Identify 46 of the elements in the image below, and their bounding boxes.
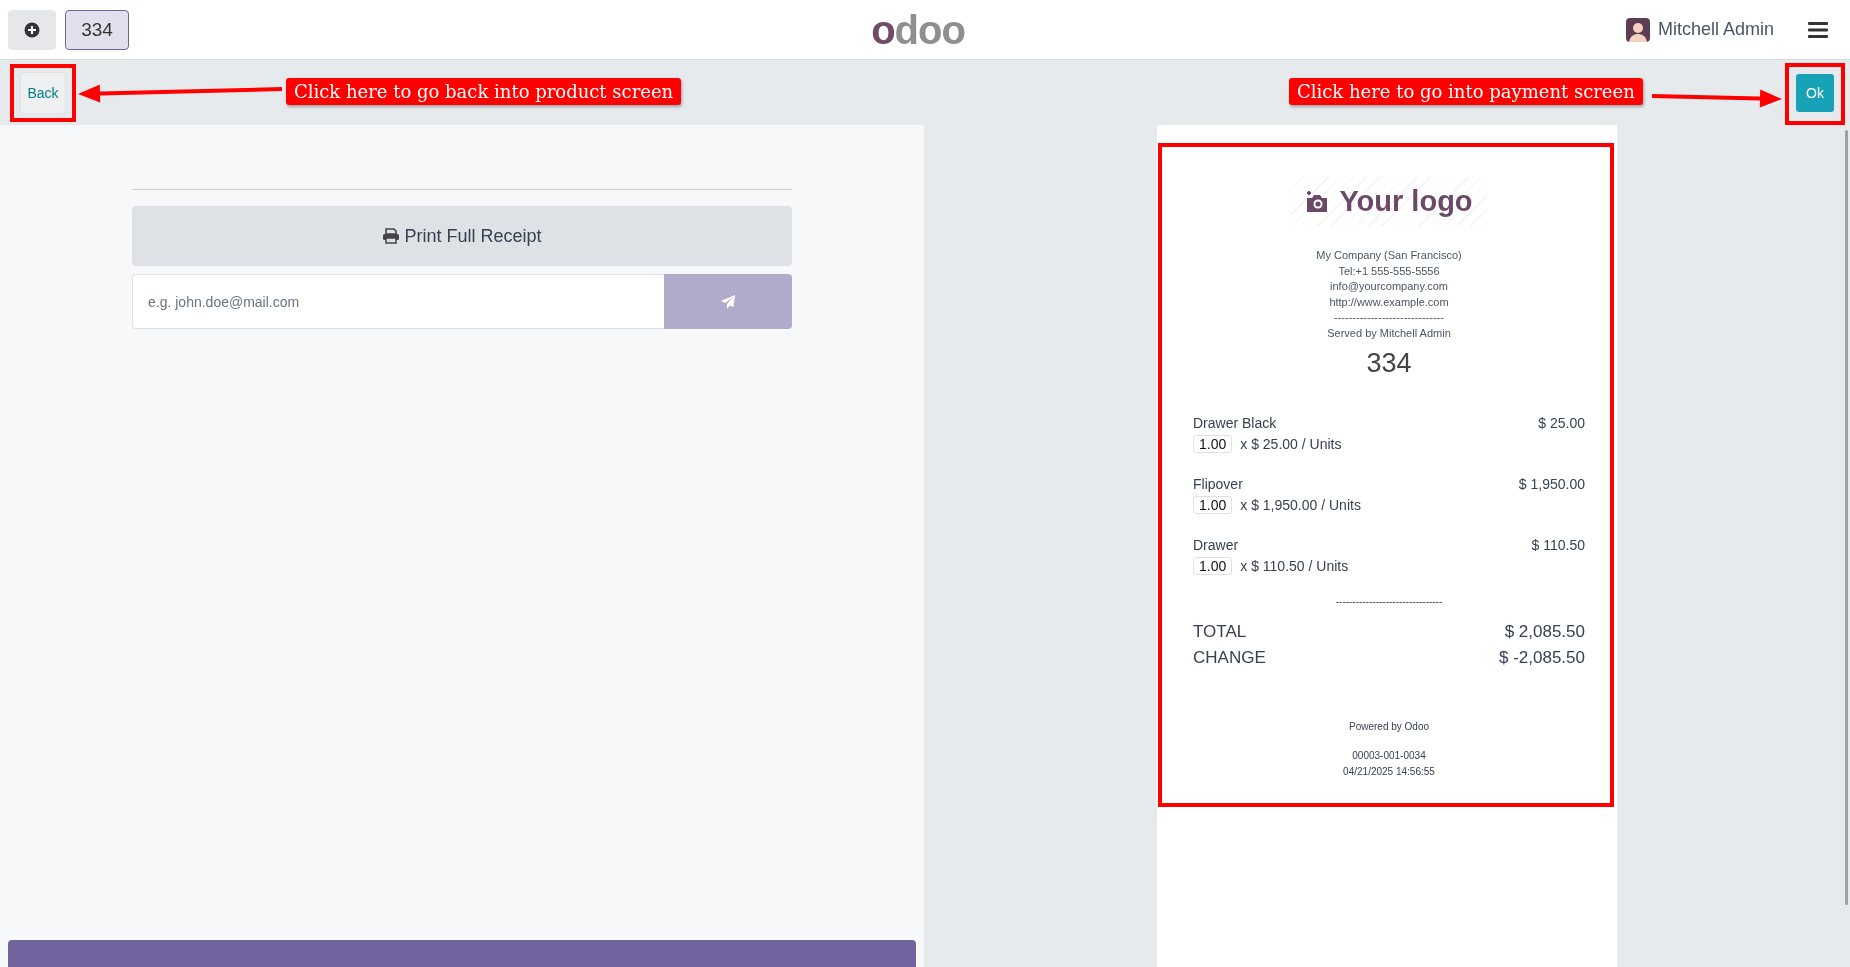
user-name[interactable]: Mitchell Admin	[1657, 19, 1774, 40]
receipt-header-line: Served by Mitchell Admin	[1327, 325, 1451, 341]
logo-text: Your logo	[1339, 185, 1473, 218]
total-label: TOTAL	[1193, 620, 1247, 643]
printer-icon	[382, 228, 401, 244]
paper-plane-icon	[719, 293, 737, 310]
total-amount: $ -2,085.50	[1499, 646, 1585, 669]
callout-label: Click here to go into payment screen	[1289, 78, 1643, 105]
receipt-header-line: info@yourcompany.com	[1330, 279, 1448, 295]
unit-price: x $ 25.00 / Units	[1240, 435, 1342, 452]
total-label: CHANGE	[1193, 646, 1266, 669]
print-receipt-button[interactable]: Print Full Receipt	[132, 206, 792, 266]
receipt-order-number: 334	[1365, 347, 1413, 379]
unit-price: x $ 1,950.00 / Units	[1240, 496, 1361, 513]
product-name: Drawer Black	[1193, 414, 1277, 431]
receipt-header-line: My Company (San Francisco)	[1316, 248, 1462, 263]
line-price: $ 25.00	[1538, 414, 1585, 431]
back-button[interactable]: Back	[20, 71, 66, 114]
line-price: $ 1,950.00	[1518, 475, 1585, 492]
odoo-logo: odoo	[871, 9, 965, 50]
separator-line: --------------------------------	[1334, 595, 1444, 607]
quantity-field: 1.00	[1193, 495, 1233, 514]
receipt-header-line: Tel:+1 555-555-5556	[1338, 263, 1440, 279]
scrollbar[interactable]	[1845, 130, 1848, 905]
receipt-reference: 00003-001-0034	[1351, 748, 1427, 763]
menu-icon[interactable]	[1808, 20, 1828, 39]
quantity-field: 1.00	[1193, 556, 1233, 575]
email-field[interactable]: e.g. john.doe@mail.com	[132, 274, 664, 329]
plus-circle-icon	[24, 21, 40, 38]
highlight-frame	[10, 64, 76, 122]
unit-price: x $ 110.50 / Units	[1240, 557, 1349, 574]
avatar-icon	[1625, 17, 1650, 42]
line-price: $ 110.50	[1531, 536, 1585, 553]
new-order-button[interactable]	[8, 9, 56, 50]
product-name: Flipover	[1193, 475, 1243, 492]
receipt-header-line: http://www.example.com	[1329, 294, 1449, 310]
highlight-frame	[1785, 63, 1845, 125]
quantity-field: 1.00	[1193, 434, 1233, 453]
callout-label: Click here to go back into product screen	[286, 78, 682, 105]
powered-by-text: Powered by Odoo	[1347, 720, 1431, 732]
product-name: Drawer	[1193, 536, 1239, 553]
receipt-header-line: ------------------------------	[1334, 310, 1444, 326]
total-amount: $ 2,085.50	[1504, 620, 1585, 643]
receipt-date: 04/21/2025 14:56:55	[1342, 764, 1436, 779]
order-tab[interactable]: 334	[65, 9, 129, 50]
camera-icon	[1305, 190, 1330, 213]
